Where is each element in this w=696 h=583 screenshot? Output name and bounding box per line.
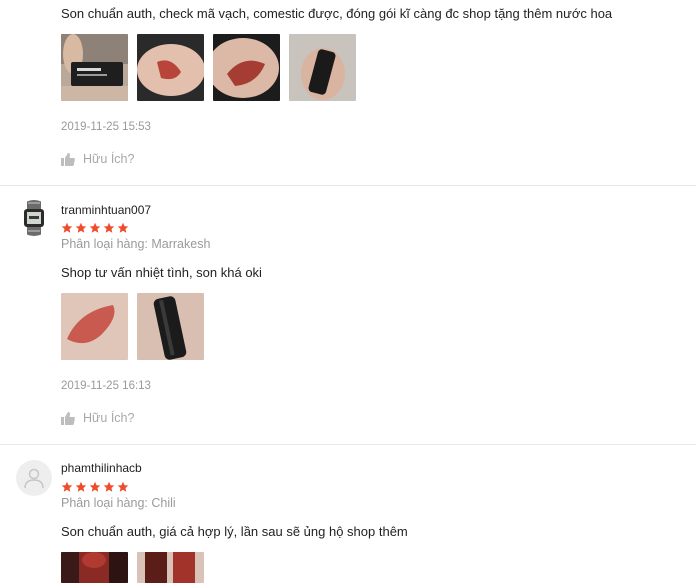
review-timestamp: 2019-11-25 15:53 xyxy=(61,121,151,133)
review-photo-swatch-arm[interactable] xyxy=(137,34,204,101)
review-item: phamthilinhacb Phân loại hàng: Chili Son… xyxy=(0,445,696,583)
review-photo-lipstick-bullet[interactable] xyxy=(137,552,204,583)
star-icon xyxy=(61,222,73,233)
review-photo-swatch-closeup[interactable] xyxy=(213,34,280,101)
review-photo-lipstick-bullet[interactable] xyxy=(61,552,128,583)
star-icon xyxy=(117,222,129,233)
helpful-label: Hữu Ích? xyxy=(83,152,135,166)
reviewer-username[interactable]: phamthilinhacb xyxy=(61,461,142,475)
avatar[interactable] xyxy=(16,200,52,236)
thumbs-up-icon xyxy=(61,411,75,425)
review-photos xyxy=(61,34,356,101)
review-photo-lipstick-tube[interactable] xyxy=(289,34,356,101)
star-icon xyxy=(117,481,129,492)
reviewer-username[interactable]: tranminhtuan007 xyxy=(61,203,151,217)
rating-stars xyxy=(61,481,129,493)
rating-stars xyxy=(61,222,129,234)
review-photos xyxy=(61,293,204,360)
star-icon xyxy=(89,222,101,233)
star-icon xyxy=(103,481,115,492)
review-photos xyxy=(61,552,204,583)
star-icon xyxy=(103,222,115,233)
product-variation: Phân loại hàng: Chili xyxy=(61,496,176,510)
review-content: Shop tư vấn nhiệt tình, son khá oki xyxy=(61,265,262,280)
star-icon xyxy=(89,481,101,492)
user-placeholder-icon xyxy=(24,468,44,489)
review-item: Son chuẩn auth, check mã vạch, comestic … xyxy=(0,0,696,185)
star-icon xyxy=(75,481,87,492)
review-photo-lipstick-tube[interactable] xyxy=(137,293,204,360)
thumbs-up-icon xyxy=(61,152,75,166)
product-variation: Phân loại hàng: Marrakesh xyxy=(61,237,211,251)
review-content: Son chuẩn auth, giá cả hợp lý, lần sau s… xyxy=(61,524,408,539)
review-content: Son chuẩn auth, check mã vạch, comestic … xyxy=(61,6,613,21)
review-timestamp: 2019-11-25 16:13 xyxy=(61,380,151,392)
helpful-button[interactable]: Hữu Ích? xyxy=(61,152,134,166)
helpful-button[interactable]: Hữu Ích? xyxy=(61,411,134,425)
star-icon xyxy=(75,222,87,233)
review-photo-box-in-hand[interactable] xyxy=(61,34,128,101)
avatar[interactable] xyxy=(16,460,52,496)
review-photo-swatch-arm[interactable] xyxy=(61,293,128,360)
helpful-label: Hữu Ích? xyxy=(83,411,135,425)
star-icon xyxy=(61,481,73,492)
review-item: tranminhtuan007 Phân loại hàng: Marrakes… xyxy=(0,186,696,444)
